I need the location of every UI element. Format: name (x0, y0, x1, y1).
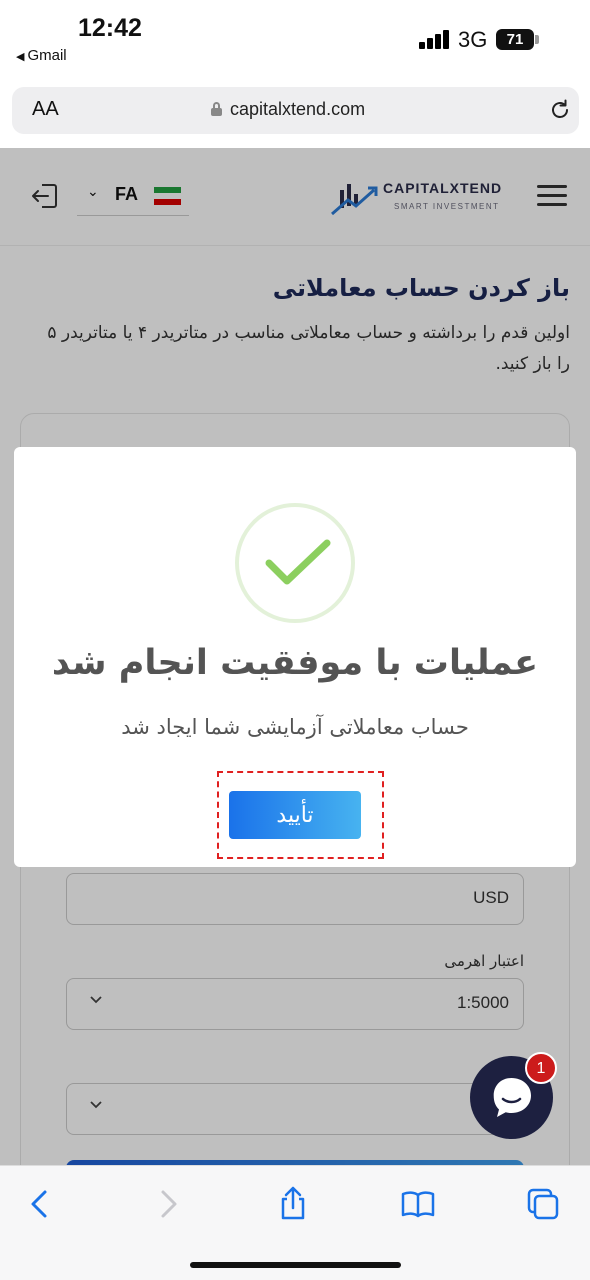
cell-signal-icon (419, 30, 451, 49)
home-indicator (190, 1262, 401, 1268)
network-type: 3G (458, 27, 488, 52)
back-triangle-icon: ◀ (16, 51, 25, 63)
back-to-app-link[interactable]: ◀ Gmail (16, 47, 67, 64)
share-icon[interactable] (275, 1186, 311, 1222)
bookmarks-icon[interactable] (400, 1186, 436, 1222)
status-bar: 12:42 ◀ Gmail 3G 71 (0, 0, 590, 78)
battery-icon: 71 (496, 29, 534, 50)
forward-icon[interactable] (150, 1186, 186, 1222)
modal-message: حساب معاملاتی آزمایشی شما ایجاد شد (121, 715, 469, 739)
text-size-label: AA (32, 98, 59, 120)
success-modal: عملیات با موفقیت انجام شد حساب معاملاتی … (14, 447, 576, 867)
back-app-label: Gmail (27, 47, 67, 64)
reload-icon[interactable] (548, 98, 572, 122)
battery-tip (535, 35, 539, 44)
chat-notification-badge: 1 (525, 1052, 557, 1084)
modal-title: عملیات با موفقیت انجام شد (51, 643, 539, 683)
confirm-button[interactable]: تأیید (229, 791, 361, 839)
text-size-button[interactable]: AA (32, 98, 59, 121)
tabs-icon[interactable] (525, 1186, 561, 1222)
url-text[interactable]: capitalxtend.com (230, 99, 365, 120)
back-icon[interactable] (22, 1186, 58, 1222)
address-bar[interactable]: AA capitalxtend.com (12, 87, 579, 134)
success-check-icon (235, 503, 355, 623)
lock-icon (211, 102, 222, 116)
clock: 12:42 (78, 14, 142, 42)
